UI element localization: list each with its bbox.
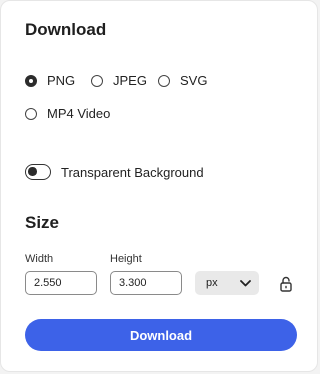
unit-value: px <box>206 277 218 289</box>
radio-selected-icon <box>25 74 37 87</box>
transparent-background-label: Transparent Background <box>61 164 204 180</box>
format-option-svg[interactable]: SVG <box>158 73 207 88</box>
radio-unselected-icon <box>158 74 170 87</box>
panel-title: Download <box>25 20 107 39</box>
transparent-background-toggle[interactable] <box>25 164 51 180</box>
format-option-png[interactable]: PNG <box>25 73 75 88</box>
format-option-label: PNG <box>47 73 76 88</box>
unlocked-padlock-icon[interactable] <box>279 276 293 292</box>
transparent-background-row: Transparent Background <box>25 164 204 180</box>
format-option-label: JPEG <box>113 73 147 88</box>
height-label: Height <box>110 253 142 265</box>
radio-unselected-icon <box>91 74 103 87</box>
format-option-jpeg[interactable]: JPEG <box>91 73 147 88</box>
width-label: Width <box>25 253 54 265</box>
format-option-label: MP4 Video <box>47 106 111 121</box>
unit-select[interactable]: px <box>195 271 259 295</box>
width-input[interactable]: 2.550 <box>25 271 97 295</box>
width-value: 2.550 <box>34 277 62 289</box>
toggle-knob <box>28 167 37 176</box>
radio-unselected-icon <box>25 107 37 120</box>
height-value: 3.300 <box>119 277 147 289</box>
size-section-title: Size <box>25 213 60 232</box>
format-option-mp4-video[interactable]: MP4 Video <box>25 106 110 121</box>
height-input[interactable]: 3.300 <box>110 271 182 295</box>
format-option-label: SVG <box>180 73 208 88</box>
download-button[interactable]: Download <box>25 319 297 351</box>
chevron-down-icon <box>240 279 251 286</box>
download-panel: Download PNG JPEG SVG MP4 Video Transpar… <box>0 0 318 372</box>
